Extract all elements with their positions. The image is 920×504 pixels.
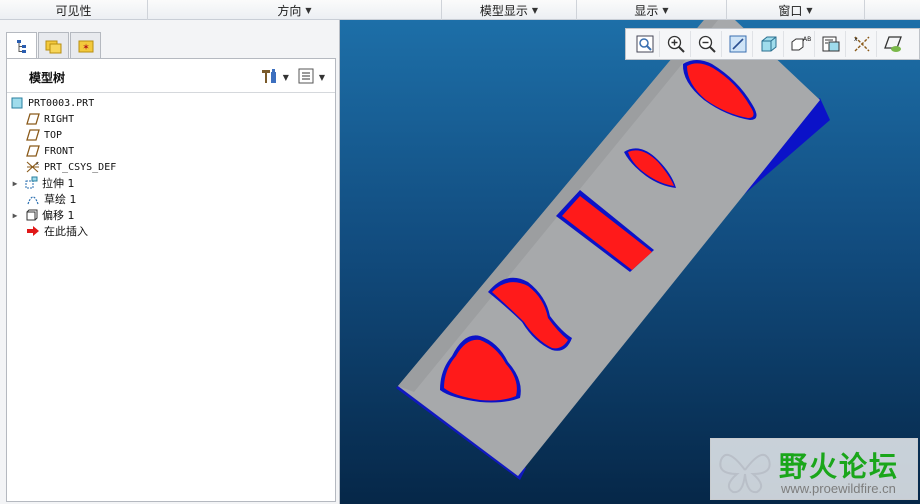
model-tree-tab[interactable] [6,32,37,59]
view-manager-icon [822,36,839,52]
tree-item-offset[interactable]: ▶ 偏移 1 [7,207,335,223]
tree-item-top[interactable]: TOP [7,127,335,143]
ribbon-group-model-display[interactable]: 模型显示 ▼ [442,0,577,20]
datum-display-button[interactable]: x [847,31,877,57]
zoom-in-button[interactable] [661,31,691,57]
ribbon-group-window[interactable]: 窗口 ▼ [727,0,865,20]
zoom-out-icon [698,35,716,53]
annotation-display-button[interactable] [878,31,908,57]
ribbon-group-orientation[interactable]: 方向 ▼ [148,0,442,20]
tree-item-part[interactable]: PRT0003.PRT [7,95,335,111]
ribbon-group-visibility[interactable]: 可见性 [0,0,148,20]
tree-item-right[interactable]: RIGHT [7,111,335,127]
chevron-down-icon[interactable]: ▼ [319,73,325,82]
svg-text:x: x [854,36,858,43]
zoom-in-icon [667,35,685,53]
annotation-display-icon [884,36,902,52]
ribbon-group-bar: 可见性 方向 ▼ 模型显示 ▼ 显示 ▼ 窗口 ▼ [0,0,920,20]
datum-display-icon: x [854,36,869,52]
svg-text:x: x [36,161,39,167]
display-style-button[interactable] [754,31,784,57]
chevron-down-icon: ▼ [662,5,669,15]
refit-button[interactable] [630,31,660,57]
model-tree-title: 模型树 [29,71,66,85]
in-graphics-toolbar: AB x [625,28,920,60]
datum-plane-icon [25,128,41,142]
show-list-icon[interactable] [297,67,315,88]
star-folder-icon: ✶ [78,40,93,53]
tree-item-csys[interactable]: x PRT_CSYS_DEF [7,159,335,175]
model-tree-header: 模型树 ▼ ▼ [7,59,335,93]
expand-arrow-icon[interactable]: ▶ [9,211,21,220]
datum-plane-icon [25,144,41,158]
settings-tools-icon[interactable] [259,67,279,88]
ribbon-group-show[interactable]: 显示 ▼ [577,0,727,20]
model-tree: 模型树 ▼ ▼ PRT0003.PRT RIGHT TOP FRONT x PR… [6,58,336,502]
watermark-title: 野火论坛 [779,450,900,483]
model-tree-tools: ▼ ▼ [259,67,331,88]
tree-item-insert-here[interactable]: 在此插入 [7,223,335,239]
saved-views-icon: AB [791,36,811,51]
part-model[interactable] [340,20,920,504]
refit-icon [636,35,653,53]
offset-icon [23,208,39,222]
extrude-icon [23,176,39,190]
chevron-down-icon: ▼ [305,5,312,15]
expand-arrow-icon[interactable]: ▶ [9,179,21,188]
chevron-down-icon[interactable]: ▼ [283,73,289,82]
repaint-button[interactable] [723,31,753,57]
folder-browser-tab[interactable] [38,32,69,58]
favorites-tab[interactable]: ✶ [70,32,101,58]
csys-icon: x [25,160,41,174]
tree-item-sketch[interactable]: 草绘 1 [7,191,335,207]
sketch-icon [25,192,41,206]
folders-icon [45,40,61,53]
svg-text:AB: AB [803,36,811,43]
watermark-url: www.proewildfire.cn [781,481,896,496]
view-manager-button[interactable] [816,31,846,57]
ribbon-group-extra [865,0,920,20]
forum-watermark: 野火论坛 www.proewildfire.cn [710,438,918,500]
model-tree-rows: PRT0003.PRT RIGHT TOP FRONT x PRT_CSYS_D… [7,95,335,239]
insert-here-arrow-icon [25,224,41,238]
zoom-out-button[interactable] [692,31,722,57]
datum-plane-icon [25,112,41,126]
graphics-window[interactable]: AB x 野火论坛 www.proewildfire.cn [340,20,920,504]
tree-item-extrude[interactable]: ▶ 拉伸 1 [7,175,335,191]
repaint-icon [729,35,746,53]
part-icon [9,96,25,110]
tree-item-front[interactable]: FRONT [7,143,335,159]
display-style-icon [761,36,776,52]
chevron-down-icon: ▼ [806,5,813,15]
saved-views-button[interactable]: AB [785,31,815,57]
chevron-down-icon: ▼ [531,5,539,15]
butterfly-logo-icon [719,453,771,494]
navigator-panel: ✶ 模型树 ▼ ▼ PRT0003.PRT RIGHT TOP FRONT x … [0,20,340,504]
tree-icon [16,40,26,53]
navigator-tabs: ✶ [6,32,102,59]
svg-text:✶: ✶ [82,43,90,53]
